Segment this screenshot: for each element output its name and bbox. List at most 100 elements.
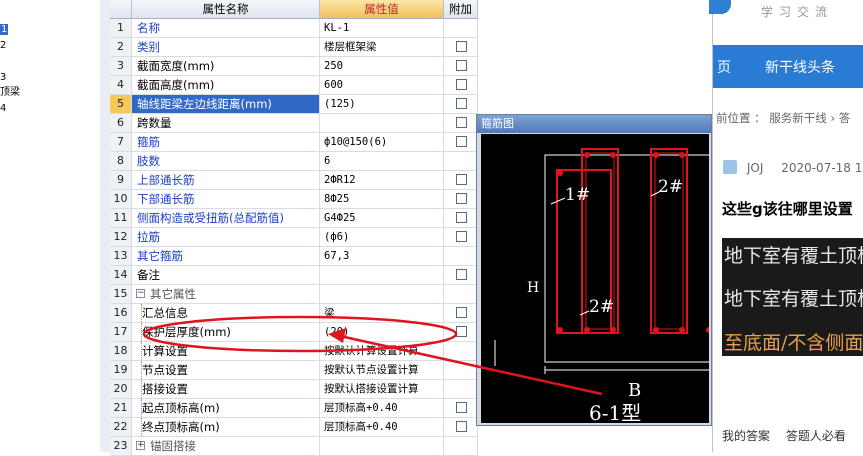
table-row[interactable]: 19 节点设置 按默认节点设置计算 — [110, 361, 478, 380]
table-row[interactable]: 7 箍筋 ф10@150(6) — [110, 133, 478, 152]
property-value[interactable]: 楼层框架梁 — [320, 38, 444, 56]
table-row[interactable]: 21 起点顶标高(m) 层顶标高+0.40 — [110, 399, 478, 418]
property-value[interactable]: 67,3 — [320, 247, 444, 265]
header-name[interactable]: 属性名称 — [132, 0, 320, 19]
table-row[interactable]: 17 保护层厚度(mm) (20) — [110, 323, 478, 342]
tree-item[interactable]: 3 — [0, 72, 6, 83]
property-name[interactable]: 其它箍筋 — [132, 247, 320, 265]
table-row[interactable]: 23 + 锚固搭接 — [110, 437, 478, 456]
attach-checkbox[interactable] — [456, 269, 467, 280]
attach-checkbox[interactable] — [456, 98, 467, 109]
table-row[interactable]: 11 侧面构造或受扭筋(总配筋值) G4Ф25 — [110, 209, 478, 228]
nav-item-headline[interactable]: 新干线头条 — [765, 57, 835, 77]
table-row[interactable]: 18 计算设置 按默认计算设置计算 — [110, 342, 478, 361]
attach-checkbox[interactable] — [456, 307, 467, 318]
property-value[interactable]: 层顶标高+0.40 — [320, 418, 444, 436]
table-row[interactable]: 12 拉筋 (ф6) — [110, 228, 478, 247]
property-value[interactable]: 层顶标高+0.40 — [320, 399, 444, 417]
property-value[interactable]: 6 — [320, 152, 444, 170]
property-value[interactable]: G4Ф25 — [320, 209, 444, 227]
property-name[interactable]: 名称 — [132, 19, 320, 37]
table-row[interactable]: 20 搭接设置 按默认搭接设置计算 — [110, 380, 478, 399]
property-name[interactable]: 轴线距梁左边线距离(mm) — [132, 95, 320, 113]
property-name[interactable]: 备注 — [132, 266, 320, 284]
property-name[interactable]: 箍筋 — [132, 133, 320, 151]
property-value[interactable]: 按默认计算设置计算 — [320, 342, 444, 360]
table-row[interactable]: 4 截面高度(mm) 600 — [110, 76, 478, 95]
attach-checkbox[interactable] — [456, 41, 467, 52]
attach-checkbox[interactable] — [456, 136, 467, 147]
tab-my-answer[interactable]: 我的答案 — [722, 429, 770, 443]
property-name[interactable]: 节点设置 — [132, 361, 320, 379]
attach-checkbox[interactable] — [456, 212, 467, 223]
property-name[interactable]: + 锚固搭接 — [132, 437, 320, 455]
tree-item[interactable]: 4 — [0, 103, 6, 114]
table-row[interactable]: 8 肢数 6 — [110, 152, 478, 171]
table-row[interactable]: 9 上部通长筋 2ФR12 — [110, 171, 478, 190]
property-value[interactable] — [320, 114, 444, 132]
property-name[interactable]: 截面高度(mm) — [132, 76, 320, 94]
attach-checkbox[interactable] — [456, 402, 467, 413]
property-name[interactable]: 汇总信息 — [132, 304, 320, 322]
nav-item-home[interactable]: 页 — [717, 57, 731, 77]
property-value[interactable]: 250 — [320, 57, 444, 75]
attach-checkbox[interactable] — [456, 174, 467, 185]
property-value[interactable]: ф10@150(6) — [320, 133, 444, 151]
property-value[interactable]: 梁 — [320, 304, 444, 322]
property-name[interactable]: 计算设置 — [132, 342, 320, 360]
author-name[interactable]: JOJ — [747, 161, 764, 175]
stirrup-window[interactable]: 箍筋图 H B 1# 2# 2# 6-1型 — [476, 114, 712, 426]
property-value[interactable]: (125) — [320, 95, 444, 113]
table-row[interactable]: 13 其它箍筋 67,3 — [110, 247, 478, 266]
property-name[interactable]: 侧面构造或受扭筋(总配筋值) — [132, 209, 320, 227]
property-name[interactable]: − 其它属性 — [132, 285, 320, 303]
avatar[interactable] — [723, 160, 737, 174]
property-value[interactable]: 600 — [320, 76, 444, 94]
header-value[interactable]: 属性值 — [320, 0, 444, 19]
property-value[interactable]: 按默认搭接设置计算 — [320, 380, 444, 398]
property-value[interactable]: 按默认节点设置计算 — [320, 361, 444, 379]
header-add[interactable]: 附加 — [444, 0, 478, 19]
property-value[interactable] — [320, 266, 444, 284]
property-name[interactable]: 肢数 — [132, 152, 320, 170]
property-name[interactable]: 下部通长筋 — [132, 190, 320, 208]
table-row[interactable]: 22 终点顶标高(m) 层顶标高+0.40 — [110, 418, 478, 437]
table-row[interactable]: 6 跨数量 — [110, 114, 478, 133]
table-row[interactable]: 10 下部通长筋 8Ф25 — [110, 190, 478, 209]
table-row[interactable]: 5 轴线距梁左边线距离(mm) (125) — [110, 95, 478, 114]
attach-checkbox[interactable] — [456, 421, 467, 432]
property-name[interactable]: 跨数量 — [132, 114, 320, 132]
property-name[interactable]: 截面宽度(mm) — [132, 57, 320, 75]
property-name[interactable]: 上部通长筋 — [132, 171, 320, 189]
site-logo-icon[interactable] — [709, 0, 731, 14]
tree-item[interactable]: 2 — [0, 40, 6, 51]
property-value[interactable] — [320, 285, 444, 303]
property-name[interactable]: 类别 — [132, 38, 320, 56]
expand-toggle-icon[interactable]: − — [136, 289, 145, 298]
table-row[interactable]: 1 名称 KL-1 — [110, 19, 478, 38]
property-value[interactable]: 8Ф25 — [320, 190, 444, 208]
tree-item[interactable]: 1 — [0, 24, 9, 35]
table-row[interactable]: 16 汇总信息 梁 — [110, 304, 478, 323]
attach-checkbox[interactable] — [456, 231, 467, 242]
table-row[interactable]: 15− 其它属性 — [110, 285, 478, 304]
attach-checkbox[interactable] — [456, 193, 467, 204]
attach-checkbox[interactable] — [456, 117, 467, 128]
property-value[interactable]: (20) — [320, 323, 444, 341]
table-row[interactable]: 2 类别 楼层框架梁 — [110, 38, 478, 57]
property-name[interactable]: 终点顶标高(m) — [132, 418, 320, 436]
property-name[interactable]: 搭接设置 — [132, 380, 320, 398]
attach-checkbox[interactable] — [456, 79, 467, 90]
window-title[interactable]: 箍筋图 — [477, 115, 711, 133]
attach-checkbox[interactable] — [456, 326, 467, 337]
table-row[interactable]: 3 截面宽度(mm) 250 — [110, 57, 478, 76]
expand-toggle-icon[interactable]: + — [136, 441, 145, 450]
property-value[interactable]: 2ФR12 — [320, 171, 444, 189]
property-value[interactable] — [320, 437, 444, 455]
property-value[interactable]: (ф6) — [320, 228, 444, 246]
property-name[interactable]: 起点顶标高(m) — [132, 399, 320, 417]
table-row[interactable]: 14 备注 — [110, 266, 478, 285]
tab-answerer-notice[interactable]: 答题人必看 — [786, 429, 846, 443]
attach-checkbox[interactable] — [456, 60, 467, 71]
property-name[interactable]: 拉筋 — [132, 228, 320, 246]
